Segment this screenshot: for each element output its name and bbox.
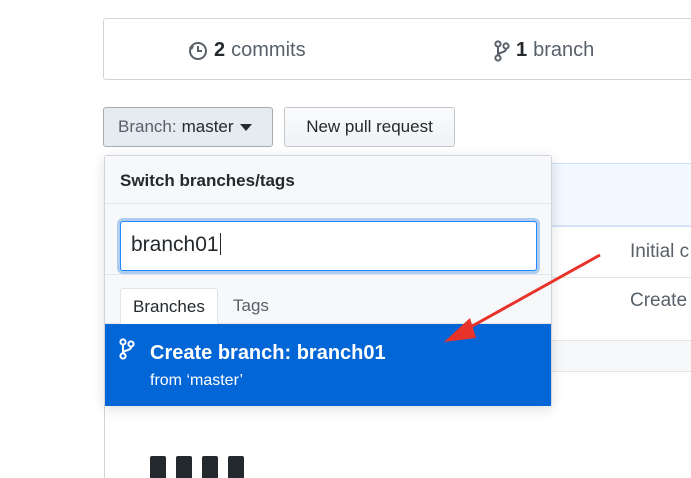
tab-branches[interactable]: Branches [120, 288, 218, 324]
text-cursor [219, 233, 221, 255]
branch-filter-input[interactable]: branch01 [120, 221, 537, 271]
dropdown-tabs: Branches Tags [105, 275, 551, 324]
history-icon [188, 41, 208, 61]
branch-select-button[interactable]: Branch: master [103, 107, 273, 147]
git-branch-icon [494, 39, 510, 62]
commit-message[interactable]: Create [630, 290, 687, 312]
filter-container: branch01 [105, 204, 551, 275]
current-branch-name: master [181, 117, 234, 136]
table-row-divider [551, 277, 691, 278]
dropdown-title: Switch branches/tags [105, 156, 551, 204]
branch-switcher-dropdown: Switch branches/tags branch01 Branches T… [104, 155, 552, 406]
readme-header [551, 340, 691, 372]
repo-stats-bar: 2 commits 1 branch [103, 18, 691, 80]
commit-message[interactable]: Initial c [630, 241, 689, 263]
branches-label: branch [533, 39, 595, 61]
filter-input-value: branch01 [131, 233, 219, 256]
commits-link[interactable]: 2 commits [188, 39, 306, 62]
create-branch-source: from ‘master’ [150, 372, 244, 389]
branches-count: 1 [516, 39, 528, 61]
latest-commit-bar [551, 163, 691, 227]
git-branch-icon [119, 338, 135, 365]
commits-count: 2 [214, 39, 226, 61]
readme-border [104, 400, 105, 478]
tab-tags[interactable]: Tags [221, 288, 281, 324]
readme-heading-fragment [150, 456, 270, 478]
branch-prefix: Branch: [118, 117, 177, 136]
commits-label: commits [231, 39, 306, 61]
caret-down-icon [239, 123, 252, 131]
create-branch-item[interactable]: Create branch: branch01 from ‘master’ [105, 324, 551, 406]
branches-link[interactable]: 1 branch [494, 39, 594, 62]
new-pull-request-button[interactable]: New pull request [284, 107, 455, 147]
create-branch-title: Create branch: branch01 [150, 342, 386, 364]
